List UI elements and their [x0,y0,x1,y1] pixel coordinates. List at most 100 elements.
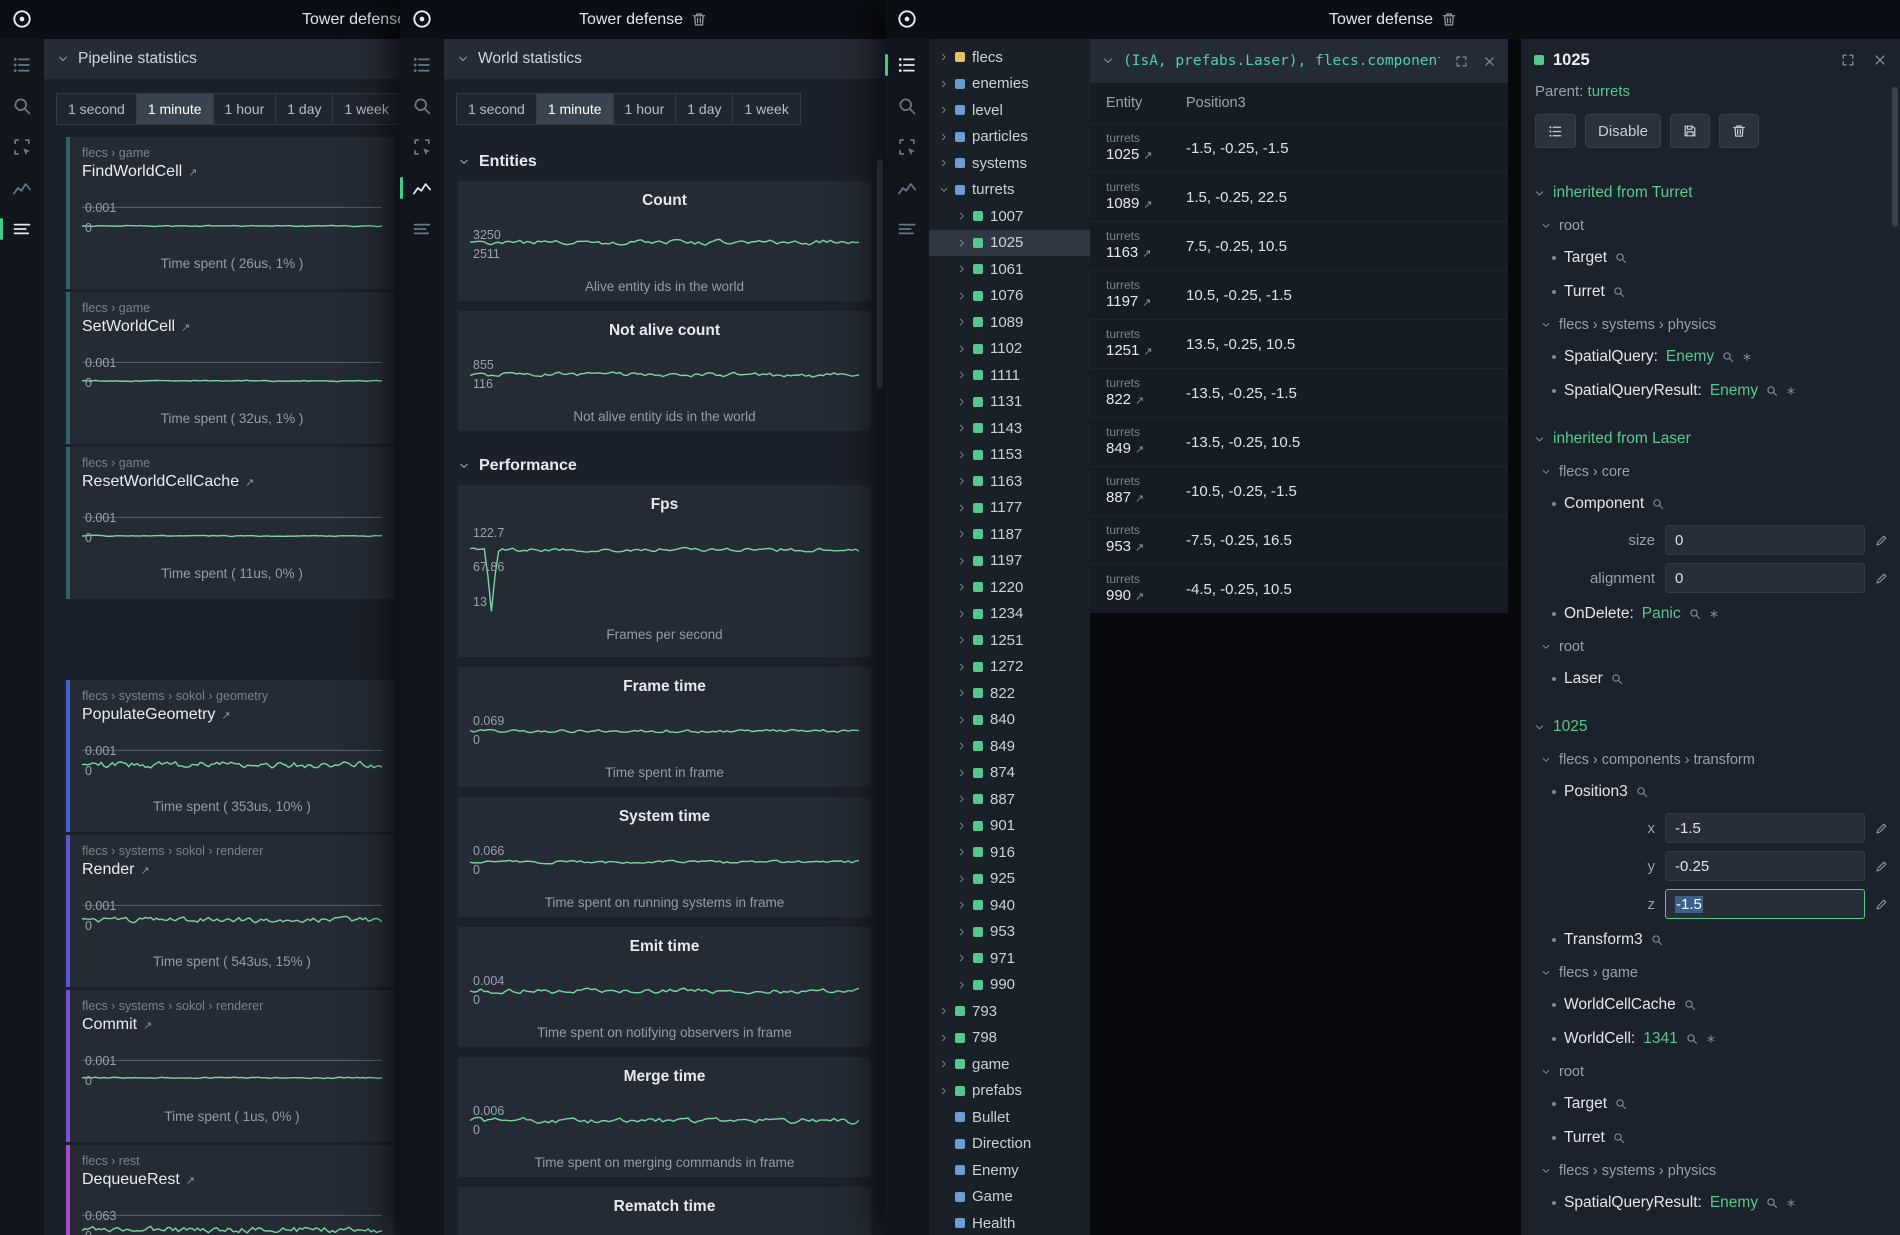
magnifier-icon[interactable] [1766,1197,1778,1209]
field-input-size[interactable]: 0 [1665,525,1865,555]
tree-item-1102[interactable]: 1102 [929,336,1090,363]
tree-item-game[interactable]: Game [929,1184,1090,1211]
chevron-right-icon[interactable] [957,556,972,566]
magnifier-icon[interactable] [1651,934,1663,946]
tree-item-flecs[interactable]: flecs [929,44,1090,71]
section-header-1025[interactable]: 1025 [1521,710,1900,744]
tab-1-week[interactable]: 1 week [332,93,400,125]
table-row[interactable]: turrets953↗-7.5, -0.25, 16.5 [1090,515,1508,564]
tree-item-1220[interactable]: 1220 [929,574,1090,601]
chevron-right-icon[interactable] [957,503,972,513]
component-row-worldcellcache[interactable]: WorldCellCache [1521,988,1900,1022]
trash-icon[interactable] [691,12,706,27]
table-row[interactable]: turrets1163↗7.5, -0.25, 10.5 [1090,221,1508,270]
tree-item-1025[interactable]: 1025 [929,230,1090,257]
tree-item-990[interactable]: 990 [929,972,1090,999]
magnifier-icon[interactable] [1636,786,1648,798]
close-icon[interactable] [1483,55,1496,68]
chevron-right-icon[interactable] [957,476,972,486]
chevron-right-icon[interactable] [957,874,972,884]
table-row[interactable]: turrets887↗-10.5, -0.25, -1.5 [1090,466,1508,515]
sidebar-search-button[interactable] [400,86,444,126]
card-name-row[interactable]: Commit↗ [82,1016,382,1034]
chevron-right-icon[interactable] [957,768,972,778]
tree-item-1234[interactable]: 1234 [929,601,1090,628]
sidebar-select-button[interactable] [885,127,929,167]
table-row[interactable]: turrets849↗-13.5, -0.25, 10.5 [1090,417,1508,466]
tree-item-direction[interactable]: Direction [929,1131,1090,1158]
tree-item-1153[interactable]: 1153 [929,442,1090,469]
tree-item-prefabs[interactable]: prefabs [929,1078,1090,1105]
entity-id[interactable]: 822↗ [1106,391,1186,408]
tree-item-940[interactable]: 940 [929,892,1090,919]
chevron-right-icon[interactable] [957,238,972,248]
tree-item-enemy[interactable]: Enemy [929,1157,1090,1184]
delete-button[interactable] [1719,114,1759,148]
tree-item-840[interactable]: 840 [929,707,1090,734]
component-value[interactable]: Enemy [1666,348,1714,366]
chevron-right-icon[interactable] [957,423,972,433]
sidebar-stats-button[interactable] [885,209,929,249]
component-group-flecs-systems-physics[interactable]: flecs › systems › physics [1521,1155,1900,1186]
chevron-right-icon[interactable] [957,821,972,831]
panel-header[interactable]: Pipeline statistics [44,39,400,79]
chevron-right-icon[interactable] [957,370,972,380]
chevron-right-icon[interactable] [939,158,954,168]
chevron-right-icon[interactable] [957,635,972,645]
component-value[interactable]: Enemy [1710,1194,1758,1212]
chevron-right-icon[interactable] [957,609,972,619]
pair-asterisk-icon[interactable] [1786,386,1796,396]
chevron-right-icon[interactable] [939,79,954,89]
component-row-turret[interactable]: Turret [1521,1121,1900,1155]
chevron-right-icon[interactable] [957,715,972,725]
edit-icon[interactable] [1875,860,1888,873]
chevron-right-icon[interactable] [957,847,972,857]
section-header-entities[interactable]: Entities [444,137,885,181]
sidebar-select-button[interactable] [400,127,444,167]
tree-item-849[interactable]: 849 [929,733,1090,760]
entity-id[interactable]: 1089↗ [1106,195,1186,212]
tree-item-916[interactable]: 916 [929,839,1090,866]
chevron-right-icon[interactable] [957,211,972,221]
component-group-flecs-systems-physics[interactable]: flecs › systems › physics [1521,309,1900,340]
tab-1-minute[interactable]: 1 minute [136,93,214,125]
tree-item-game[interactable]: game [929,1051,1090,1078]
tree-item-925[interactable]: 925 [929,866,1090,893]
component-value[interactable]: Panic [1642,605,1681,623]
tree-toggle-button[interactable] [1535,114,1576,148]
tree-item-systems[interactable]: systems [929,150,1090,177]
sidebar-chart-button[interactable] [0,168,44,208]
field-input-x[interactable]: -1.5 [1665,813,1865,843]
tree-item-1187[interactable]: 1187 [929,521,1090,548]
inspector-scrollbar[interactable] [1892,87,1898,227]
chevron-right-icon[interactable] [957,794,972,804]
tree-item-bullet[interactable]: Bullet [929,1104,1090,1131]
card-name-row[interactable]: Render↗ [82,861,382,879]
component-row-turret[interactable]: Turret [1521,275,1900,309]
trash-icon[interactable] [1441,12,1456,27]
table-row[interactable]: turrets1251↗13.5, -0.25, 10.5 [1090,319,1508,368]
magnifier-icon[interactable] [1689,608,1701,620]
parent-link[interactable]: turrets [1588,83,1631,100]
chevron-right-icon[interactable] [957,317,972,327]
disable-button[interactable]: Disable [1585,114,1661,148]
tree-item-turrets[interactable]: turrets [929,177,1090,204]
magnifier-icon[interactable] [1684,999,1696,1011]
sidebar-chart-button[interactable] [885,168,929,208]
tree-item-1076[interactable]: 1076 [929,283,1090,310]
tree-item-1007[interactable]: 1007 [929,203,1090,230]
trash-icon[interactable] [691,12,706,27]
field-input-y[interactable]: -0.25 [1665,851,1865,881]
component-value[interactable]: 1341 [1643,1030,1677,1048]
tree-item-1163[interactable]: 1163 [929,468,1090,495]
component-row-worldcell[interactable]: WorldCell:1341 [1521,1022,1900,1056]
chevron-right-icon[interactable] [939,1033,954,1043]
table-row[interactable]: turrets1197↗10.5, -0.25, -1.5 [1090,270,1508,319]
tab-1-day[interactable]: 1 day [275,93,333,125]
field-input-z[interactable]: -1.5 [1665,889,1865,919]
tree-item-1251[interactable]: 1251 [929,627,1090,654]
magnifier-icon[interactable] [1766,385,1778,397]
close-icon[interactable] [1873,53,1887,67]
tree-item-798[interactable]: 798 [929,1025,1090,1052]
chevron-right-icon[interactable] [957,900,972,910]
